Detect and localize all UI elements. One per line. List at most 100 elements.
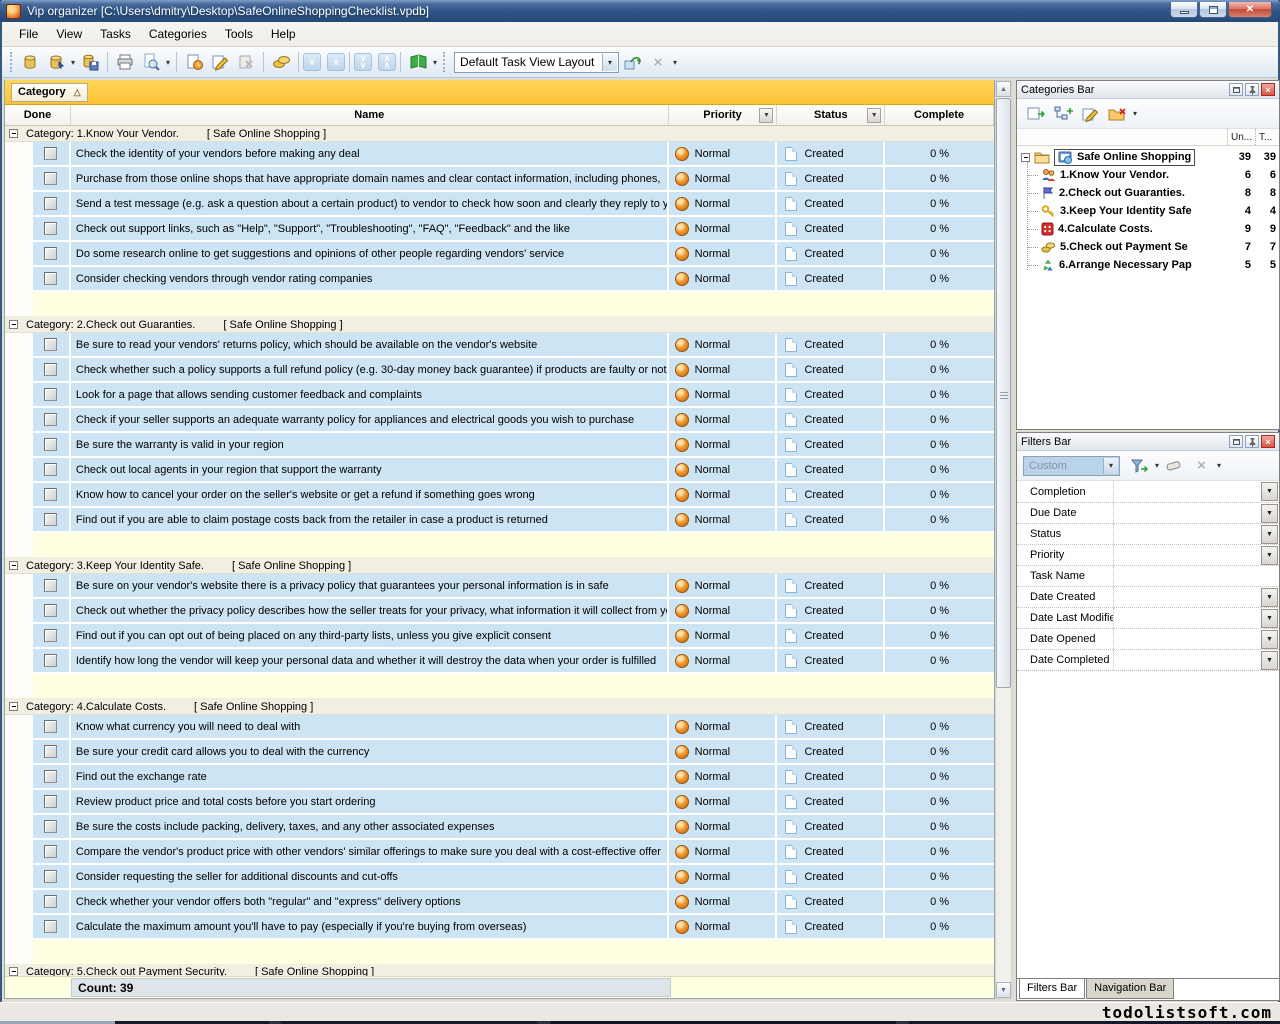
filter-dropdown-button[interactable]: ▼ [1261, 630, 1278, 649]
layout-toolbar-dropdown[interactable]: ▾ [673, 58, 677, 67]
task-row[interactable]: Find out if you are able to claim postag… [5, 508, 994, 533]
apply-filter-dropdown[interactable]: ▾ [1155, 461, 1159, 470]
move-up-icon[interactable]: ∧ [327, 53, 345, 71]
done-checkbox[interactable] [44, 770, 57, 783]
task-row[interactable]: Check if your seller supports an adequat… [5, 408, 994, 433]
column-header-complete[interactable]: Complete [885, 105, 994, 125]
toolbar-grip[interactable] [10, 52, 13, 72]
panel-close-button[interactable]: × [1261, 83, 1275, 96]
task-row[interactable]: Consider requesting the seller for addit… [5, 865, 994, 890]
filter-value-field[interactable] [1114, 545, 1279, 565]
collapse-icon[interactable] [1021, 153, 1030, 162]
collapse-icon[interactable] [9, 129, 18, 138]
column-uncompleted[interactable]: Un... [1227, 129, 1255, 145]
category-group-header-partial[interactable]: Category: 5.Check out Payment Security. … [5, 965, 994, 976]
clear-filter-icon[interactable] [1161, 454, 1188, 478]
done-checkbox[interactable] [44, 654, 57, 667]
tab-filters-bar[interactable]: Filters Bar [1019, 979, 1085, 999]
delete-task-icon[interactable] [233, 50, 259, 74]
toolbar-grip[interactable] [443, 52, 446, 72]
delete-filter-icon[interactable]: × [1188, 454, 1215, 478]
task-row[interactable]: Consider checking vendors through vendor… [5, 267, 994, 292]
panel-restore-button[interactable] [1229, 435, 1243, 448]
menu-item-view[interactable]: View [47, 23, 91, 45]
tab-navigation-bar[interactable]: Navigation Bar [1086, 979, 1174, 999]
collapse-icon[interactable] [9, 320, 18, 329]
filter-value-field[interactable] [1114, 566, 1279, 586]
filter-dropdown-button[interactable]: ▼ [1261, 651, 1278, 670]
done-checkbox[interactable] [44, 720, 57, 733]
task-row[interactable]: Check out local agents in your region th… [5, 458, 994, 483]
filter-value-field[interactable] [1114, 608, 1279, 628]
done-checkbox[interactable] [44, 513, 57, 526]
task-row[interactable]: Be sure on your vendor's website there i… [5, 574, 994, 599]
filter-value-field[interactable] [1114, 481, 1279, 502]
category-group-header[interactable]: Category: 4.Calculate Costs. [ Safe Onli… [5, 699, 994, 715]
open-database-icon[interactable] [43, 50, 69, 74]
close-button[interactable]: ✕ [1228, 2, 1272, 18]
filter-preset-combo[interactable]: Custom ▾ [1023, 456, 1120, 476]
task-row[interactable]: Send a test message (e.g. ask a question… [5, 192, 994, 217]
filter-dropdown-button[interactable]: ▼ [1261, 504, 1278, 523]
group-by-category-button[interactable]: Category △ [11, 83, 88, 102]
category-group-header[interactable]: Category: 1.Know Your Vendor. [ Safe Onl… [5, 126, 994, 142]
reset-layout-icon[interactable]: × [645, 50, 671, 74]
done-checkbox[interactable] [44, 795, 57, 808]
done-checkbox[interactable] [44, 338, 57, 351]
new-task-icon[interactable] [181, 50, 207, 74]
done-checkbox[interactable] [44, 222, 57, 235]
category-tree-item[interactable]: Safe Online Shopping39 39 [1017, 148, 1279, 166]
column-header-priority[interactable]: Priority ▼ [669, 105, 778, 125]
menu-item-tasks[interactable]: Tasks [91, 23, 140, 45]
filter-dropdown-button[interactable]: ▼ [1261, 482, 1278, 501]
task-row[interactable]: Find out the exchange rate Normal Create… [5, 765, 994, 790]
task-row[interactable]: Find out if you can opt out of being pla… [5, 624, 994, 649]
combo-dropdown-icon[interactable]: ▾ [602, 54, 617, 71]
panel-close-button[interactable]: × [1261, 435, 1275, 448]
task-row[interactable]: Compare the vendor's product price with … [5, 840, 994, 865]
done-checkbox[interactable] [44, 363, 57, 376]
category-tree-item[interactable]: 1.Know Your Vendor. 6 6 [1017, 166, 1279, 184]
delete-category-icon[interactable] [1104, 102, 1131, 126]
column-header-name[interactable]: Name [71, 105, 669, 125]
selected-category[interactable]: Safe Online Shopping [1054, 149, 1195, 166]
filter-value-field[interactable] [1114, 587, 1279, 607]
apply-filter-icon[interactable] [1126, 454, 1153, 478]
task-row[interactable]: Calculate the maximum amount you'll have… [5, 915, 994, 940]
task-row[interactable]: Look for a page that allows sending cust… [5, 383, 994, 408]
filter-dropdown-button[interactable]: ▼ [1261, 546, 1278, 565]
done-checkbox[interactable] [44, 388, 57, 401]
task-list-scrollbar[interactable]: ▲ ▼ [995, 80, 1012, 999]
status-filter-dropdown[interactable]: ▼ [867, 108, 881, 123]
priority-filter-dropdown[interactable]: ▼ [759, 108, 773, 123]
panel-restore-button[interactable] [1229, 83, 1243, 96]
collapse-icon[interactable] [9, 561, 18, 570]
print-preview-icon[interactable] [138, 50, 164, 74]
scrollbar-thumb[interactable] [996, 98, 1011, 688]
apply-layout-icon[interactable] [619, 50, 645, 74]
categories-toolbar-dropdown[interactable]: ▾ [1133, 109, 1137, 118]
task-row[interactable]: Check out support links, such as "Help",… [5, 217, 994, 242]
done-checkbox[interactable] [44, 629, 57, 642]
done-checkbox[interactable] [44, 272, 57, 285]
category-tree-item[interactable]: 3.Keep Your Identity Safe 4 4 [1017, 202, 1279, 220]
task-row[interactable]: Be sure your credit card allows you to d… [5, 740, 994, 765]
minimize-button[interactable] [1170, 2, 1198, 18]
done-checkbox[interactable] [44, 895, 57, 908]
menu-item-help[interactable]: Help [262, 23, 305, 45]
done-checkbox[interactable] [44, 413, 57, 426]
category-tree-item[interactable]: 6.Arrange Necessary Pap 5 5 [1017, 256, 1279, 274]
done-checkbox[interactable] [44, 172, 57, 185]
panel-pin-button[interactable] [1245, 435, 1259, 448]
filter-value-field[interactable] [1114, 503, 1279, 523]
done-checkbox[interactable] [44, 745, 57, 758]
save-database-icon[interactable] [77, 50, 103, 74]
add-category-icon[interactable] [1023, 102, 1050, 126]
menu-item-tools[interactable]: Tools [216, 23, 262, 45]
combo-dropdown-icon[interactable]: ▾ [1103, 458, 1118, 474]
task-row[interactable]: Be sure to read your vendors' returns po… [5, 333, 994, 358]
column-header-status[interactable]: Status ▼ [777, 105, 885, 125]
maximize-button[interactable] [1199, 2, 1227, 18]
category-tree-item[interactable]: 2.Check out Guaranties. 8 8 [1017, 184, 1279, 202]
done-checkbox[interactable] [44, 147, 57, 160]
